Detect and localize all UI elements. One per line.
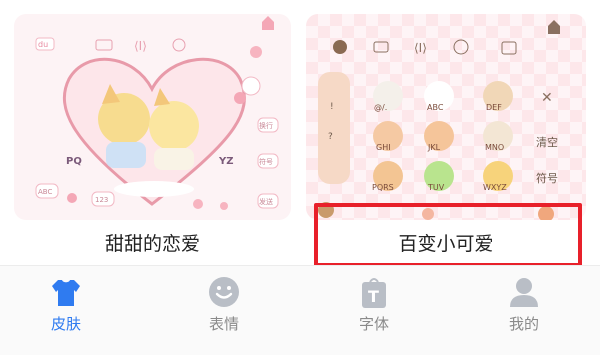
du-logo: du (38, 40, 48, 49)
clear-key: 清空 (536, 135, 558, 149)
tab-font-label: 字体 (358, 315, 389, 333)
rail-exclaim: ! (330, 102, 334, 112)
svg-text:⟨I⟩: ⟨I⟩ (414, 41, 427, 55)
skin-title-sweet-love[interactable]: 甜甜的恋爱 (14, 226, 291, 262)
tab-emoji-label: 表情 (208, 315, 239, 333)
selection-highlight-box (314, 203, 582, 267)
skin-card-sweet-love[interactable]: du ⟨I⟩ ABC 123 PQ YZ 换行 符号 发送 (14, 14, 291, 220)
key-label: TUV (427, 183, 445, 192)
svg-text:✕: ✕ (541, 90, 553, 106)
abc-key: ABC (38, 188, 52, 196)
num-key: 123 (95, 196, 108, 204)
line-key: 换行 (259, 121, 273, 130)
skin-preview-sweet-love: du ⟨I⟩ ABC 123 PQ YZ 换行 符号 发送 (35, 16, 279, 210)
key-label: PQRS (372, 183, 394, 192)
pq-label: PQ (66, 156, 82, 167)
bottom-tabbar: 皮肤 表情 T 字体 我的 (0, 266, 600, 355)
tshirt-icon (52, 280, 80, 306)
tab-font[interactable]: T 字体 (334, 276, 414, 334)
key-label: DEF (486, 103, 502, 112)
tab-skin[interactable]: 皮肤 (26, 276, 106, 334)
skin-preview-cute-transform: ⟨I⟩ ? ! @/. ABC DEF GHI JKL MNO PQRS TUV… (318, 20, 560, 220)
svg-text:T: T (368, 287, 379, 306)
skin-card-cute-transform[interactable]: ⟨I⟩ ? ! @/. ABC DEF GHI JKL MNO PQRS TUV… (306, 14, 586, 220)
tab-mine[interactable]: 我的 (484, 276, 564, 334)
key-label: MNO (485, 143, 504, 152)
key-label: GHI (376, 143, 391, 152)
animal-key-grid: @/. ABC DEF GHI JKL MNO PQRS TUV WXYZ (372, 81, 513, 192)
font-bag-icon: T (362, 278, 386, 308)
symbol-key: 符号 (536, 172, 558, 185)
rail-question: ? (328, 132, 333, 142)
tab-emoji[interactable]: 表情 (184, 276, 264, 334)
key-label: @/. (374, 103, 387, 112)
tab-mine-label: 我的 (508, 315, 539, 333)
person-icon (510, 278, 538, 307)
smiley-icon (209, 277, 239, 307)
symbol-key: 符号 (259, 157, 273, 166)
key-label: ABC (427, 103, 444, 112)
tab-skin-label: 皮肤 (50, 315, 81, 333)
key-label: WXYZ (483, 183, 507, 192)
svg-text:⟨I⟩: ⟨I⟩ (134, 39, 147, 53)
yz-label: YZ (218, 156, 234, 167)
key-label: JKL (427, 143, 441, 152)
send-key: 发送 (259, 197, 273, 206)
